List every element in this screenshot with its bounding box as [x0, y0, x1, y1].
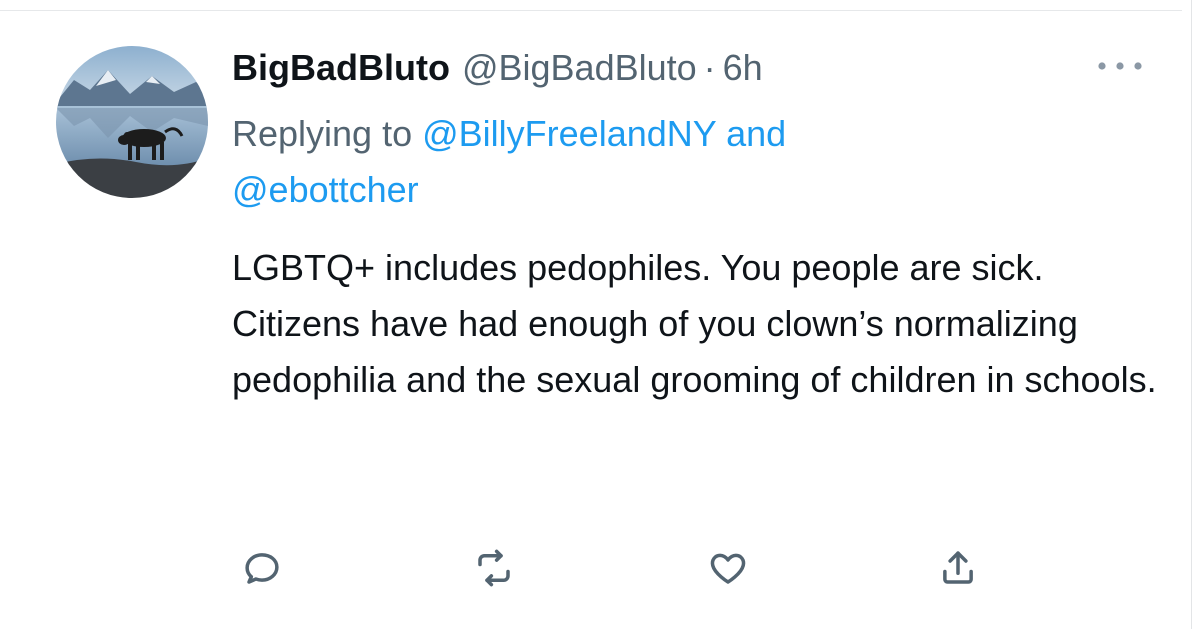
- share-button[interactable]: [930, 540, 986, 596]
- mention-link[interactable]: @ebottcher: [232, 169, 419, 210]
- display-name[interactable]: BigBadBluto: [232, 46, 450, 90]
- timestamp[interactable]: 6h: [723, 46, 763, 90]
- right-divider: [1191, 0, 1192, 629]
- replying-prefix: Replying to: [232, 113, 413, 154]
- like-button[interactable]: [700, 540, 756, 596]
- tweet-header: BigBadBluto @BigBadBluto · 6h: [232, 46, 763, 90]
- heart-icon: [710, 553, 746, 584]
- retweet-icon: [478, 549, 510, 587]
- reply-icon: [245, 553, 279, 584]
- avatar-image: [56, 46, 208, 198]
- user-handle[interactable]: @BigBadBluto: [462, 46, 697, 90]
- avatar[interactable]: [56, 46, 208, 198]
- more-options-button[interactable]: [1094, 56, 1146, 76]
- separator-dot: ·: [703, 47, 716, 88]
- replying-to-line: Replying to @BillyFreelandNY and @ebottc…: [232, 106, 932, 218]
- replying-joiner[interactable]: and: [726, 113, 786, 154]
- mention-link[interactable]: @BillyFreelandNY: [422, 113, 716, 154]
- top-divider: [0, 0, 1182, 11]
- reply-button[interactable]: [234, 540, 290, 596]
- tweet-text: LGBTQ+ includes pedophiles. You people a…: [232, 247, 1157, 400]
- tweet-actions: [0, 540, 1200, 600]
- share-icon: [943, 551, 973, 584]
- more-horizontal-icon: [1098, 62, 1142, 70]
- retweet-button[interactable]: [466, 540, 522, 596]
